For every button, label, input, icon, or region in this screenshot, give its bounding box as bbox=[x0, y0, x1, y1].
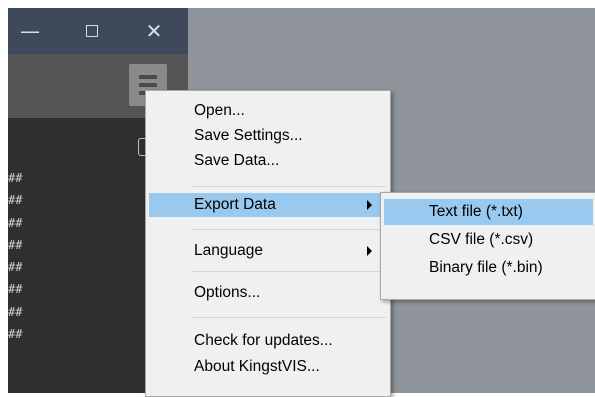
submenu-item-binary-file[interactable]: Binary file (*.bin) bbox=[384, 255, 593, 281]
submenu-arrow-icon bbox=[367, 200, 372, 210]
menu-item-options[interactable]: Options... bbox=[149, 281, 387, 305]
menu-item-label: About KingstVIS... bbox=[194, 358, 320, 375]
channel-row: ## bbox=[8, 260, 23, 275]
menu-item-label: Save Settings... bbox=[194, 127, 303, 144]
menu-item-save-data[interactable]: Save Data... bbox=[149, 149, 387, 173]
channel-row: ## bbox=[8, 193, 23, 208]
menu-item-label: Export Data bbox=[194, 196, 276, 213]
channel-row: ## bbox=[8, 282, 23, 297]
submenu-item-label: Binary file (*.bin) bbox=[429, 259, 543, 276]
hamburger-icon-bar bbox=[139, 75, 157, 79]
menu-item-language[interactable]: Language bbox=[149, 239, 387, 263]
menu-item-label: Language bbox=[194, 242, 263, 259]
channel-list: ## ## ## ## ## ## ## ## bbox=[8, 167, 22, 345]
menu-item-save-settings[interactable]: Save Settings... bbox=[149, 124, 387, 148]
menu-separator bbox=[191, 271, 386, 272]
channel-row: ## bbox=[8, 237, 23, 252]
menu-item-check-for-updates[interactable]: Check for updates... bbox=[149, 329, 387, 353]
close-icon: ✕ bbox=[145, 19, 163, 43]
export-submenu: Text file (*.txt) CSV file (*.csv) Binar… bbox=[380, 192, 595, 300]
submenu-arrow-icon bbox=[367, 246, 372, 256]
menu-item-label: Open... bbox=[194, 102, 245, 119]
menu-item-label: Save Data... bbox=[194, 152, 280, 169]
submenu-item-csv-file[interactable]: CSV file (*.csv) bbox=[384, 227, 593, 253]
hamburger-icon-bar bbox=[139, 83, 157, 87]
menu-separator bbox=[191, 229, 386, 230]
channel-row: ## bbox=[8, 171, 23, 185]
menu-separator bbox=[191, 317, 386, 318]
submenu-item-label: Text file (*.txt) bbox=[429, 203, 523, 220]
maximize-icon bbox=[86, 25, 98, 37]
channel-row: ## bbox=[8, 215, 23, 230]
submenu-item-text-file[interactable]: Text file (*.txt) bbox=[384, 199, 593, 225]
minimize-button[interactable]: — bbox=[8, 8, 52, 54]
close-button[interactable]: ✕ bbox=[132, 8, 176, 54]
menu-item-about[interactable]: About KingstVIS... bbox=[149, 355, 387, 379]
menu-item-label: Options... bbox=[194, 284, 261, 301]
menu-item-export-data[interactable]: Export Data bbox=[149, 193, 387, 217]
main-menu: Open... Save Settings... Save Data... Ex… bbox=[145, 90, 391, 397]
title-bar: — ✕ bbox=[8, 8, 188, 54]
channel-row: ## bbox=[8, 304, 23, 319]
menu-separator bbox=[191, 186, 386, 187]
channel-row: ## bbox=[8, 327, 23, 342]
submenu-item-label: CSV file (*.csv) bbox=[429, 231, 534, 248]
menu-item-open[interactable]: Open... bbox=[149, 99, 387, 123]
menu-item-label: Check for updates... bbox=[194, 332, 333, 349]
minimize-icon: — bbox=[20, 19, 40, 43]
maximize-button[interactable] bbox=[70, 8, 114, 54]
